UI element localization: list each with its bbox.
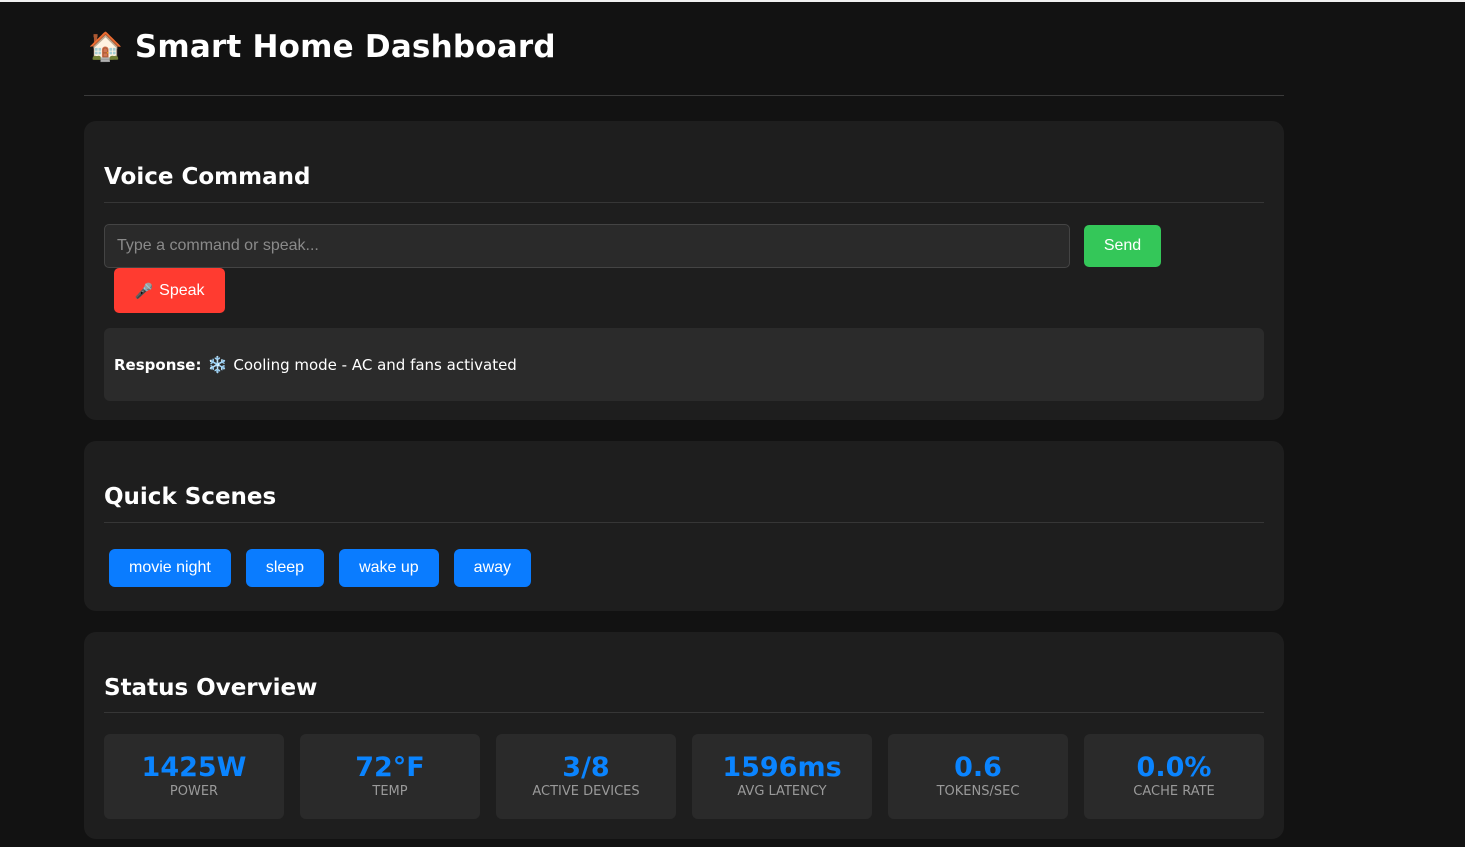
- stat-power: 1425W Power: [104, 734, 284, 819]
- stat-value: 0.6: [954, 752, 1002, 783]
- stat-cache-rate: 0.0% Cache Rate: [1084, 734, 1264, 819]
- response-text: Cooling mode - AC and fans activated: [233, 355, 517, 374]
- scene-button-away[interactable]: away: [453, 549, 532, 587]
- stat-label: Active Devices: [532, 784, 640, 799]
- response-box: Response: ❄️ Cooling mode - AC and fans …: [104, 328, 1264, 401]
- stat-temp: 72°F Temp: [300, 734, 480, 819]
- page-title: Smart Home Dashboard: [134, 28, 556, 65]
- microphone-icon: 🎤: [134, 282, 154, 300]
- response-label: Response:: [114, 355, 202, 374]
- quick-scenes-title: Quick Scenes: [104, 441, 1264, 523]
- scene-button-wake-up[interactable]: wake up: [339, 549, 439, 587]
- stat-label: Cache Rate: [1133, 784, 1215, 799]
- quick-scenes-card: Quick Scenes movie night sleep wake up a…: [84, 441, 1284, 611]
- scene-button-sleep[interactable]: sleep: [245, 549, 325, 587]
- stat-label: Power: [169, 784, 219, 799]
- stat-tokens-sec: 0.6 Tokens/sec: [888, 734, 1068, 819]
- house-icon: 🏠: [88, 29, 123, 63]
- dashboard: 🏠 Smart Home Dashboard Voice Command Sen…: [84, 2, 1284, 839]
- voice-command-title: Voice Command: [104, 121, 1264, 203]
- stats-row: 1425W Power 72°F Temp 3/8 Active Devices…: [104, 734, 1264, 819]
- scenes-row: movie night sleep wake up away: [109, 549, 532, 587]
- stat-value: 1596ms: [722, 752, 842, 783]
- command-input[interactable]: [104, 224, 1070, 268]
- stat-label: Avg Latency: [737, 784, 827, 799]
- stat-value: 72°F: [355, 752, 425, 783]
- stat-label: Temp: [372, 784, 408, 799]
- page-header: 🏠 Smart Home Dashboard: [84, 2, 1284, 96]
- status-overview-card: Status Overview 1425W Power 72°F Temp 3/…: [84, 632, 1284, 839]
- stat-value: 3/8: [562, 752, 610, 783]
- scene-button-movie-night[interactable]: movie night: [109, 549, 231, 587]
- stat-value: 0.0%: [1136, 752, 1212, 783]
- send-button[interactable]: Send: [1084, 225, 1161, 267]
- speak-label: Speak: [159, 281, 205, 299]
- stat-label: Tokens/sec: [936, 784, 1020, 799]
- speak-button[interactable]: 🎤 Speak: [114, 268, 225, 313]
- stat-avg-latency: 1596ms Avg Latency: [692, 734, 872, 819]
- status-overview-title: Status Overview: [104, 632, 1264, 713]
- snowflake-icon: ❄️: [207, 355, 228, 374]
- stat-value: 1425W: [141, 752, 247, 783]
- stat-active-devices: 3/8 Active Devices: [496, 734, 676, 819]
- voice-command-card: Voice Command Send 🎤 Speak Response: ❄️ …: [84, 121, 1284, 420]
